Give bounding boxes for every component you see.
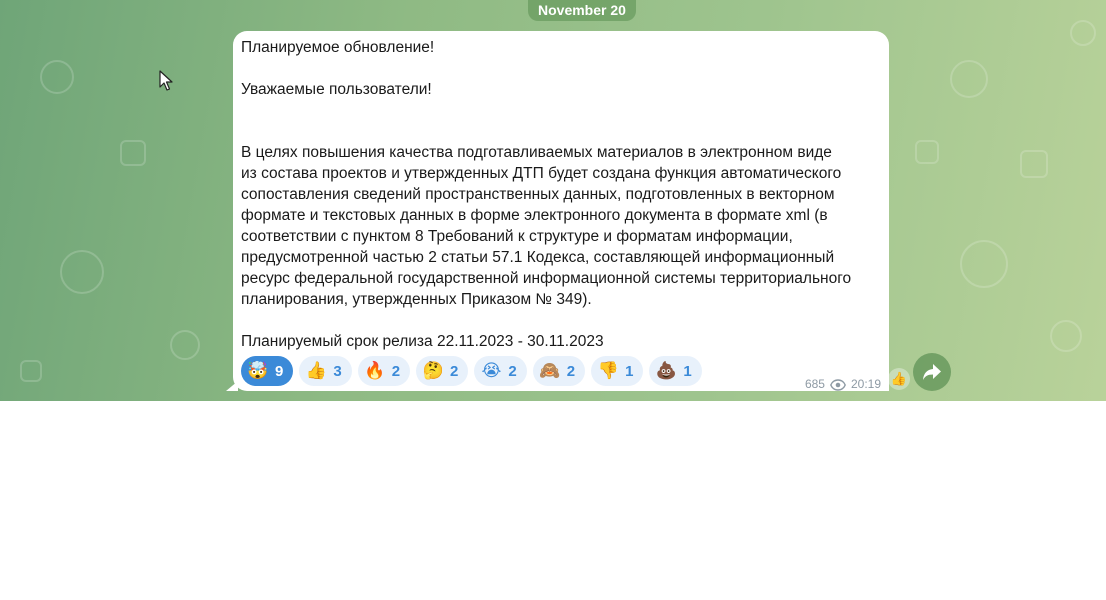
quick-reaction-button[interactable]: 👍 xyxy=(888,368,910,390)
reaction-count: 2 xyxy=(508,362,517,380)
reaction-count: 2 xyxy=(450,362,459,380)
reaction-button[interactable]: 👎 1 xyxy=(591,356,644,386)
reaction-button[interactable]: 💩 1 xyxy=(649,356,702,386)
view-count: 685 xyxy=(804,377,825,391)
reaction-emoji: 🙈 xyxy=(539,361,561,380)
background-doodle xyxy=(950,60,988,98)
background-doodle xyxy=(20,360,42,382)
background-doodle xyxy=(40,60,74,94)
reaction-button[interactable]: 🤯 9 xyxy=(241,356,294,386)
message-line: планирования, утвержденных Приказом № 34… xyxy=(241,291,592,308)
mouse-cursor-icon xyxy=(159,70,173,91)
message-line xyxy=(241,310,881,331)
reaction-button[interactable]: 😭 2 xyxy=(474,356,527,386)
message-line: Планируемый срок релиза 22.11.2023 - 30.… xyxy=(241,333,604,350)
forward-arrow-icon xyxy=(923,364,941,380)
message-line: формате и текстовых данных в форме элект… xyxy=(241,207,828,224)
message-line: Планируемое обновление! xyxy=(241,39,435,56)
date-separator: November 20 xyxy=(528,0,636,21)
background-doodle xyxy=(915,140,939,164)
reaction-button[interactable]: 🤔 2 xyxy=(416,356,469,386)
message-line: из состава проектов и утвержденных ДТП б… xyxy=(241,165,842,182)
reaction-button[interactable]: 👍 3 xyxy=(299,356,352,386)
reaction-emoji: 👍 xyxy=(305,361,327,380)
reaction-button[interactable]: 🙈 2 xyxy=(532,356,586,386)
message-meta: 685 20:19 xyxy=(805,374,881,395)
reaction-count: 3 xyxy=(333,362,342,380)
message-line: сопоставления сведений пространственных … xyxy=(241,186,835,203)
reaction-count: 9 xyxy=(275,362,284,380)
message-text: Планируемое обновление! Уважаемые пользов… xyxy=(241,37,881,352)
reactions-bar: 🤯 9 👍 3 🔥 2 🤔 2 😭 2 🙈 2 👎 1 💩 1 xyxy=(241,356,702,386)
message-line: Уважаемые пользователи! xyxy=(241,81,432,98)
reaction-count: 1 xyxy=(683,362,692,380)
message-line: ресурс федеральной государственной инфор… xyxy=(241,270,852,287)
background-doodle xyxy=(1020,150,1048,178)
message-line: В целях повышения качества подготавливае… xyxy=(241,144,832,161)
reaction-emoji: 🤔 xyxy=(422,361,444,380)
reaction-emoji: 🔥 xyxy=(364,361,386,380)
forward-button[interactable] xyxy=(913,353,951,391)
reaction-emoji: 💩 xyxy=(655,361,677,380)
reaction-emoji: 👎 xyxy=(597,361,619,380)
reaction-count: 1 xyxy=(625,362,634,380)
message-bubble[interactable]: Планируемое обновление! Уважаемые пользов… xyxy=(233,31,889,391)
background-doodle xyxy=(960,240,1008,288)
background-doodle xyxy=(1050,320,1082,352)
reaction-count: 2 xyxy=(391,362,401,380)
quick-reaction-emoji: 👍 xyxy=(890,371,908,386)
message-time: 20:19 xyxy=(850,377,881,391)
reaction-button[interactable]: 🔥 2 xyxy=(357,356,411,386)
background-doodle xyxy=(120,140,146,166)
message-line: предусмотренной частью 2 статьи 57.1 Код… xyxy=(241,249,835,266)
message-line xyxy=(241,58,881,79)
message-line: соответствии с пунктом 8 Требований к ст… xyxy=(241,228,793,245)
background-doodle xyxy=(60,250,104,294)
message-line xyxy=(241,121,881,142)
background-doodle xyxy=(170,330,200,360)
eye-icon xyxy=(830,378,846,391)
background-doodle xyxy=(1070,20,1096,46)
reaction-emoji: 😭 xyxy=(481,361,502,380)
reaction-count: 2 xyxy=(566,362,576,380)
reaction-emoji: 🤯 xyxy=(247,361,269,380)
message-line xyxy=(241,100,881,121)
